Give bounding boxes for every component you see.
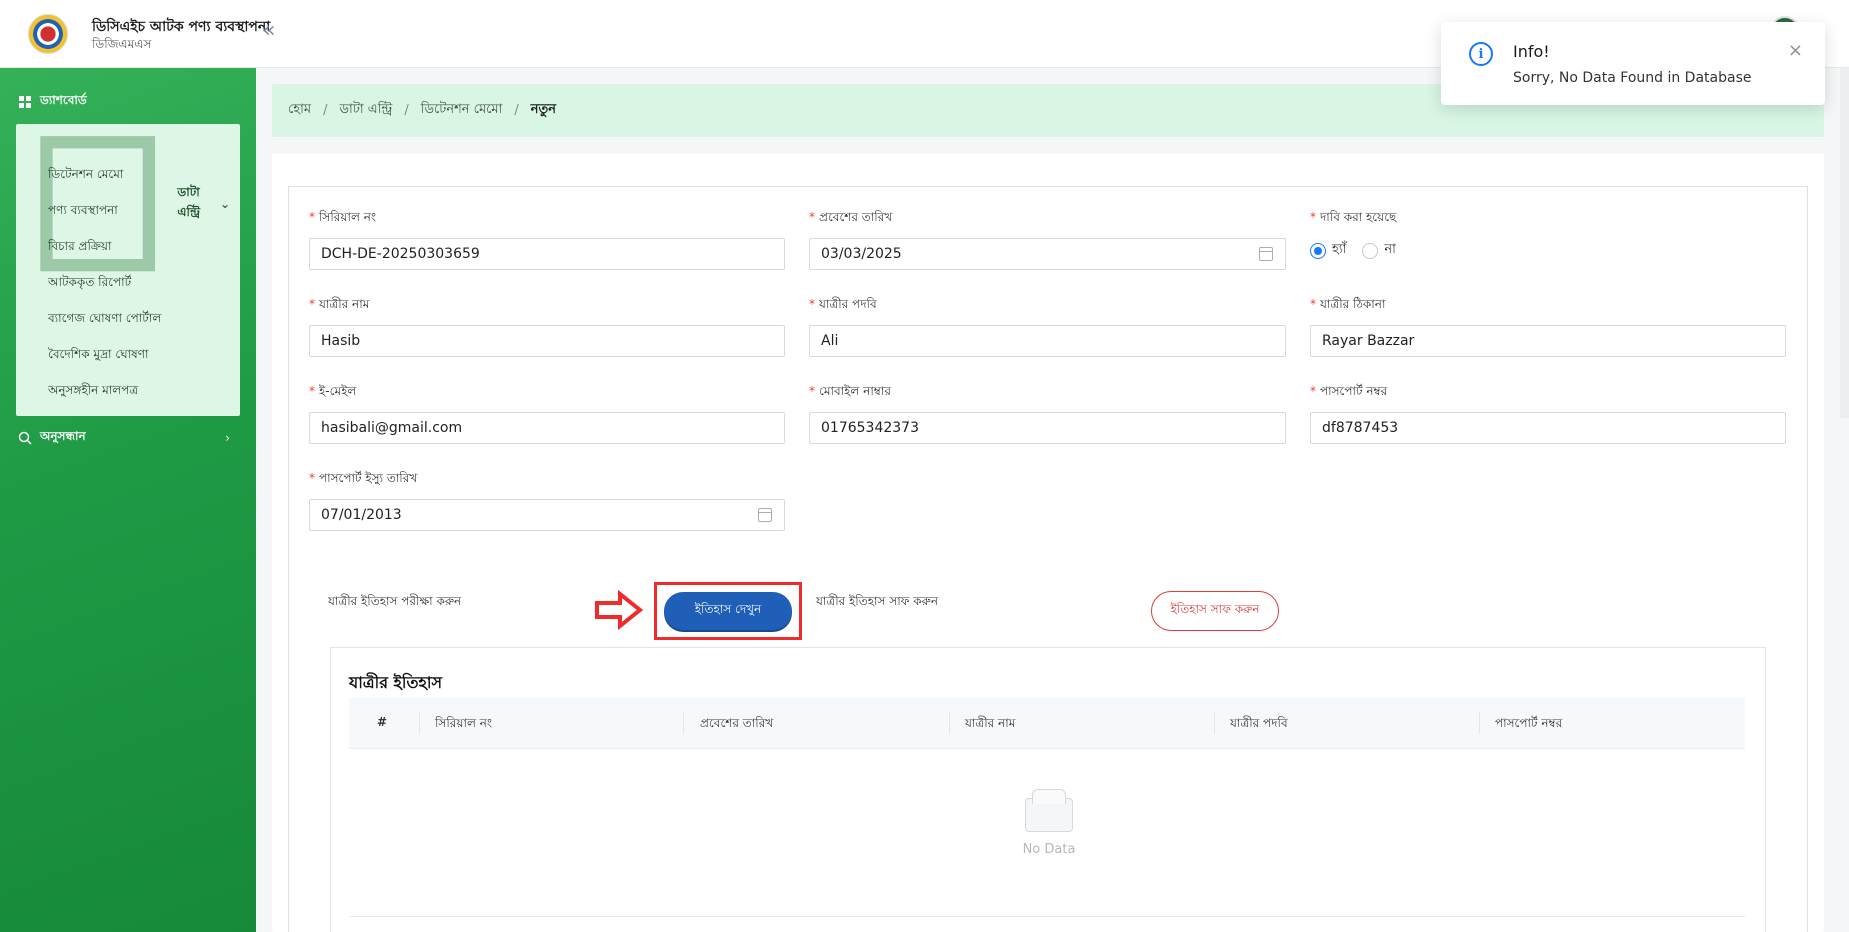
sidebar-subitem-detention-memo[interactable]: ডিটেনশন মেমো	[48, 166, 123, 186]
calendar-icon	[1259, 247, 1273, 261]
breadcrumb-current: নতুন	[530, 102, 557, 117]
sidebar-subitem-unaccompanied-baggage[interactable]: অনুসঙ্গহীন মালপত্র	[48, 382, 138, 402]
sidebar-item-dashboard[interactable]: ড্যাশবোর্ড	[18, 92, 87, 112]
sidebar-subitem-currency-declaration[interactable]: বৈদেশিক মুদ্রা ঘোষণা	[48, 346, 148, 366]
mobile-input[interactable]: 01765342373	[809, 412, 1286, 444]
passenger-name-input[interactable]: Hasib	[309, 325, 785, 357]
sidebar-item-label: অনুসন্ধান	[40, 429, 86, 443]
calendar-icon	[758, 508, 772, 522]
toast-message: Sorry, No Data Found in Database	[1513, 70, 1752, 86]
column-divider	[419, 712, 420, 734]
table-divider	[349, 916, 1745, 917]
column-header-passenger-title: যাত্রীর পদবি	[1230, 716, 1288, 730]
close-icon[interactable]: ×	[1788, 40, 1803, 61]
email-field[interactable]: hasibali@gmail.com	[309, 412, 785, 444]
info-toast: i Info! Sorry, No Data Found in Database…	[1441, 22, 1825, 105]
passenger-title-input[interactable]: Ali	[809, 325, 1286, 357]
claimed-label: * দাবি করা হয়েছে	[1310, 210, 1397, 224]
history-panel: যাত্রীর ইতিহাস # সিরিয়াল নং প্রবেশের তা…	[330, 647, 1766, 932]
app-subtitle: ডিজিএমএস	[92, 37, 152, 51]
column-header-serial: সিরিয়াল নং	[435, 716, 493, 730]
sidebar-subitem-goods-management[interactable]: পণ্য ব্যবস্থাপনা	[48, 202, 118, 222]
empty-state: No Data	[331, 789, 1767, 857]
empty-inbox-icon	[1025, 789, 1073, 832]
column-divider	[683, 712, 684, 734]
serial-input[interactable]: DCH-DE-20250303659	[309, 238, 785, 270]
column-divider	[949, 712, 950, 734]
chevron-down-icon: ⌄	[219, 196, 230, 211]
arrow-right-icon	[595, 590, 644, 630]
clear-history-text: যাত্রীর ইতিহাস সাফ করুন	[816, 594, 939, 608]
radio-dot	[1362, 242, 1379, 259]
dch-logo	[28, 14, 68, 54]
entry-date-picker[interactable]: 03/03/2025	[809, 238, 1286, 270]
sidebar: ড্যাশবোর্ড ডাটা এন্ট্রি ⌄ ডিটেনশন মেমো প…	[0, 68, 256, 932]
chevron-right-icon: ›	[225, 431, 230, 445]
serial-label: * সিরিয়াল নং	[309, 210, 377, 224]
breadcrumb-data-entry[interactable]: ডাটা এন্ট্রি	[339, 100, 392, 121]
claimed-no-radio[interactable]: না	[1362, 240, 1396, 261]
collapse-sidebar-icon[interactable]: «	[262, 20, 275, 42]
column-divider	[1479, 712, 1480, 734]
breadcrumb-detention-memo[interactable]: ডিটেনশন মেমো	[421, 100, 503, 121]
passport-issue-label: * পাসপোর্ট ইস্যু তারিখ	[309, 471, 418, 485]
check-history-text: যাত্রীর ইতিহাস পরীক্ষা করুন	[328, 594, 462, 608]
sidebar-subitem-trial-process[interactable]: বিচার প্রক্রিয়া	[48, 238, 111, 258]
passport-label: * পাসপোর্ট নম্বর	[1310, 384, 1388, 398]
toast-title: Info!	[1513, 42, 1550, 61]
column-header-passenger-name: যাত্রীর নাম	[965, 716, 1016, 730]
passenger-address-label: * যাত্রীর ঠিকানা	[1310, 297, 1386, 311]
sidebar-item-label: ড্যাশবোর্ড	[40, 93, 87, 107]
sidebar-group-data-entry: ডাটা এন্ট্রি ⌄ ডিটেনশন মেমো পণ্য ব্যবস্থ…	[16, 124, 240, 416]
column-header-index: #	[377, 715, 388, 729]
radio-dot-selected	[1310, 242, 1326, 259]
mobile-label: * মোবাইল নাম্বার	[809, 384, 891, 398]
column-header-entry-date: প্রবেশের তারিখ	[700, 716, 774, 730]
breadcrumb-separator: /	[323, 103, 328, 118]
entry-date-label: * প্রবেশের তারিখ	[809, 210, 893, 224]
column-divider	[1214, 712, 1215, 734]
history-table-header: # সিরিয়াল নং প্রবেশের তারিখ যাত্রীর নাম…	[349, 698, 1745, 749]
column-header-passport: পাসপোর্ট নম্বর	[1495, 716, 1563, 730]
passenger-name-label: * যাত্রীর নাম	[309, 297, 370, 311]
breadcrumb-home[interactable]: হোম	[288, 100, 311, 121]
view-history-button[interactable]: ইতিহাস দেখুন	[664, 592, 792, 630]
claimed-yes-radio[interactable]: হ্যাঁ	[1310, 240, 1346, 261]
page-scrollbar[interactable]	[1840, 68, 1849, 418]
breadcrumb-separator: /	[404, 103, 409, 118]
passport-issue-date-picker[interactable]: 07/01/2013	[309, 499, 785, 531]
info-icon: i	[1469, 42, 1493, 66]
email-label: * ই-মেইল	[309, 384, 357, 398]
dashboard-icon	[19, 96, 31, 108]
clear-history-button[interactable]: ইতিহাস সাফ করুন	[1151, 591, 1279, 631]
breadcrumb-separator: /	[514, 103, 519, 118]
search-icon	[18, 431, 32, 445]
claimed-radio-group: হ্যাঁ না	[1310, 240, 1396, 261]
sidebar-item-search[interactable]: অনুসন্ধান ›	[18, 428, 230, 448]
passenger-address-input[interactable]: Rayar Bazzar	[1310, 325, 1786, 357]
empty-text: No Data	[1022, 842, 1076, 857]
sidebar-subitem-baggage-portal[interactable]: ব্যাগেজ ঘোষণা পোর্টাল	[48, 310, 161, 330]
sidebar-item-label: ডাটা এন্ট্রি	[177, 184, 201, 219]
sidebar-subitem-detained-report[interactable]: আটককৃত রিপোর্ট	[48, 274, 131, 294]
history-title: যাত্রীর ইতিহাস	[349, 673, 443, 692]
passport-input[interactable]: df8787453	[1310, 412, 1786, 444]
passenger-title-label: * যাত্রীর পদবি	[809, 297, 877, 311]
